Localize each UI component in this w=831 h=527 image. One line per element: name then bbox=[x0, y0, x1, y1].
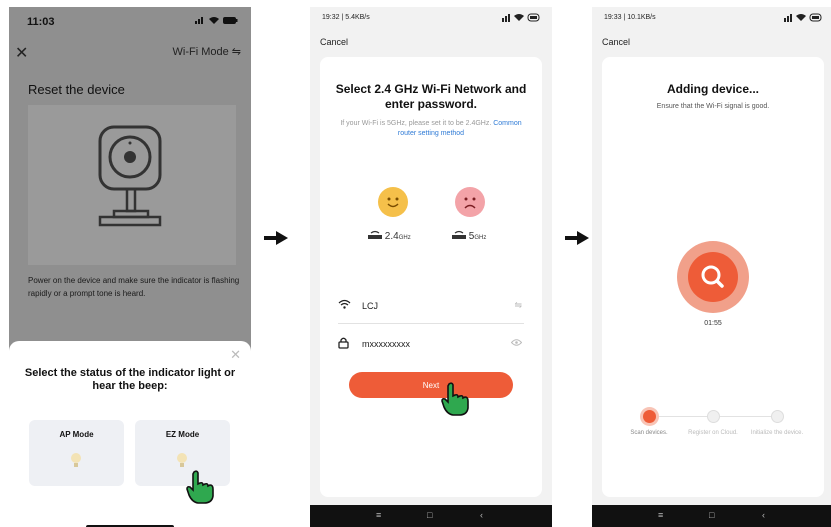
frequency-hint: If your Wi-Fi is 5GHz, please set it to … bbox=[340, 119, 522, 139]
wifi-form-card: Select 2.4 GHz Wi-Fi Network and enter p… bbox=[320, 57, 542, 497]
wifi-mode-toggle[interactable]: Wi-Fi Mode ⇋ bbox=[173, 45, 242, 58]
step-label: Register on Cloud. bbox=[688, 430, 738, 436]
step-label: Initialize the device. bbox=[750, 430, 804, 436]
ssid-field[interactable]: LCJ ⇋ bbox=[338, 297, 524, 319]
bulb-icon bbox=[71, 453, 81, 467]
search-icon bbox=[688, 252, 738, 302]
step-dot bbox=[707, 410, 720, 423]
next-button[interactable]: Next bbox=[349, 372, 513, 398]
close-icon[interactable]: ✕ bbox=[230, 347, 241, 363]
pointing-hand-icon bbox=[441, 382, 469, 416]
band-value: 2.4 bbox=[384, 231, 399, 242]
arrow-right-icon bbox=[264, 228, 288, 251]
band-5ghz: 5GHz bbox=[452, 230, 486, 242]
wifi-setup-screen: 19:32 | 5.4KB/s Cancel Select 2.4 GHz Wi… bbox=[310, 7, 552, 527]
back-icon[interactable]: ‹ bbox=[762, 510, 765, 520]
divider bbox=[338, 323, 524, 324]
password-field[interactable]: mxxxxxxxxx bbox=[338, 335, 524, 357]
status-icons bbox=[195, 15, 239, 28]
step-dot bbox=[771, 410, 784, 423]
cancel-button[interactable]: Cancel bbox=[602, 37, 630, 47]
indicator-status-sheet: ✕ Select the status of the indicator lig… bbox=[9, 341, 251, 527]
step-dot-active bbox=[643, 410, 656, 423]
wifi-icon bbox=[338, 299, 351, 312]
reset-instructions: Power on the device and make sure the in… bbox=[28, 276, 240, 298]
menu-icon[interactable]: ≡ bbox=[376, 510, 381, 520]
status-bar: 11:03 bbox=[9, 7, 251, 37]
close-icon[interactable]: ✕ bbox=[15, 43, 28, 63]
mode-label: AP Mode bbox=[59, 430, 94, 439]
sad-face-icon bbox=[455, 187, 485, 217]
hint-text: If your Wi-Fi is 5GHz, please set it to … bbox=[340, 120, 492, 127]
signal-wifi-battery-icon bbox=[502, 13, 540, 22]
camera-icon bbox=[98, 125, 162, 227]
router-icon bbox=[368, 230, 382, 239]
eye-icon[interactable] bbox=[510, 338, 523, 348]
band-unit: GHz bbox=[398, 235, 411, 241]
status-icons bbox=[502, 13, 540, 24]
signal-wifi-battery-icon bbox=[784, 13, 822, 22]
ap-mode-option[interactable]: AP Mode bbox=[29, 420, 124, 486]
mode-label: EZ Mode bbox=[165, 430, 200, 439]
pointing-hand-icon bbox=[186, 470, 214, 504]
page-title: Adding device... bbox=[666, 82, 759, 96]
arrow-right-icon bbox=[565, 228, 589, 251]
android-nav-bar: ≡ □ ‹ bbox=[592, 505, 831, 527]
step-label: Scan devices. bbox=[630, 430, 668, 436]
status-icons bbox=[784, 13, 822, 24]
reset-device-screen: 11:03 ✕ Wi-Fi Mode ⇋ Reset the device Po… bbox=[9, 7, 251, 527]
signal-hint: Ensure that the Wi-Fi signal is good. bbox=[656, 103, 770, 110]
password-value: mxxxxxxxxx bbox=[362, 339, 410, 349]
adding-device-screen: 19:33 | 10.1KB/s Cancel Adding device...… bbox=[592, 7, 831, 527]
tutorial-strip: 11:03 ✕ Wi-Fi Mode ⇋ Reset the device Po… bbox=[0, 0, 831, 527]
band-unit: GHz bbox=[474, 235, 487, 241]
ez-mode-option[interactable]: EZ Mode bbox=[135, 420, 230, 486]
status-time: 11:03 bbox=[27, 16, 55, 28]
step-connector bbox=[720, 416, 774, 417]
cancel-button[interactable]: Cancel bbox=[320, 37, 348, 47]
lock-icon bbox=[338, 337, 349, 352]
home-icon[interactable]: □ bbox=[709, 510, 714, 520]
search-progress-ring bbox=[677, 241, 749, 313]
progress-steps: Scan devices. Register on Cloud. Initial… bbox=[622, 410, 804, 460]
countdown-timer: 01:55 bbox=[704, 320, 722, 327]
router-icon bbox=[452, 230, 466, 239]
home-icon[interactable]: □ bbox=[427, 510, 432, 520]
switch-network-icon[interactable]: ⇋ bbox=[514, 300, 522, 311]
signal-wifi-battery-icon bbox=[195, 17, 238, 24]
progress-card: Adding device... Ensure that the Wi-Fi s… bbox=[602, 57, 824, 497]
happy-face-icon bbox=[378, 187, 408, 217]
page-title: Select 2.4 GHz Wi-Fi Network and enter p… bbox=[335, 82, 527, 111]
status-text: 19:33 | 10.1KB/s bbox=[604, 14, 656, 21]
sheet-prompt: Select the status of the indicator light… bbox=[24, 367, 236, 392]
page-title: Reset the device bbox=[28, 82, 125, 97]
menu-icon[interactable]: ≡ bbox=[658, 510, 663, 520]
ssid-value: LCJ bbox=[362, 301, 379, 311]
bulb-icon bbox=[177, 453, 187, 467]
android-nav-bar: ≡ □ ‹ bbox=[310, 505, 552, 527]
step-connector bbox=[656, 416, 710, 417]
status-text: 19:32 | 5.4KB/s bbox=[322, 14, 370, 21]
band-24ghz: 2.4GHz bbox=[368, 230, 411, 242]
back-icon[interactable]: ‹ bbox=[480, 510, 483, 520]
camera-illustration bbox=[28, 105, 236, 265]
